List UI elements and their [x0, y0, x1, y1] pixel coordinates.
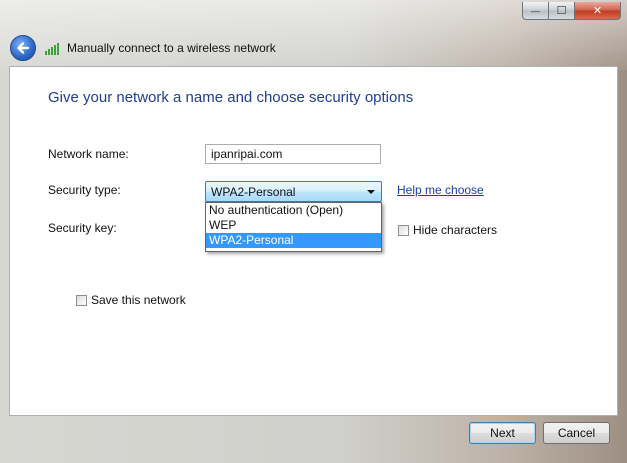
close-icon: ✕: [592, 5, 603, 17]
security-type-label: Security type:: [48, 183, 121, 197]
back-arrow-icon: [17, 42, 30, 54]
option-wpa2-personal[interactable]: WPA2-Personal: [206, 233, 381, 248]
security-type-value: WPA2-Personal: [211, 185, 296, 199]
network-name-input[interactable]: ipanripai.com: [205, 144, 381, 164]
window-header: Manually connect to a wireless network: [10, 33, 276, 63]
minimize-button[interactable]: —: [522, 2, 549, 20]
wireless-signal-icon: [45, 41, 61, 55]
security-type-select[interactable]: WPA2-Personal: [205, 181, 382, 202]
security-type-dropdown-list: No authentication (Open) WEP WPA2-Person…: [205, 202, 382, 252]
content-panel: Give your network a name and choose secu…: [9, 66, 618, 416]
back-button[interactable]: [10, 35, 36, 61]
page-heading: Give your network a name and choose secu…: [48, 89, 414, 106]
maximize-icon: ☐: [556, 5, 567, 17]
save-network-row[interactable]: Save this network: [76, 293, 186, 307]
option-wep[interactable]: WEP: [206, 218, 381, 233]
caption-buttons: — ☐ ✕: [522, 2, 621, 20]
next-button[interactable]: Next: [469, 422, 536, 444]
network-name-label: Network name:: [48, 147, 129, 161]
window-title: Manually connect to a wireless network: [67, 41, 276, 55]
minimize-icon: —: [531, 5, 540, 16]
chevron-down-icon: [367, 190, 375, 194]
hide-characters-label: Hide characters: [413, 223, 498, 237]
close-button[interactable]: ✕: [575, 2, 621, 20]
cancel-button[interactable]: Cancel: [543, 422, 610, 444]
security-key-label: Security key:: [48, 221, 117, 235]
maximize-button[interactable]: ☐: [549, 2, 575, 20]
save-network-label: Save this network: [91, 293, 186, 307]
hide-characters-row[interactable]: Hide characters: [398, 223, 497, 237]
hide-characters-checkbox[interactable]: [398, 224, 409, 236]
save-network-checkbox[interactable]: [76, 294, 87, 306]
option-open[interactable]: No authentication (Open): [206, 203, 381, 218]
help-me-choose-link[interactable]: Help me choose: [397, 183, 484, 197]
